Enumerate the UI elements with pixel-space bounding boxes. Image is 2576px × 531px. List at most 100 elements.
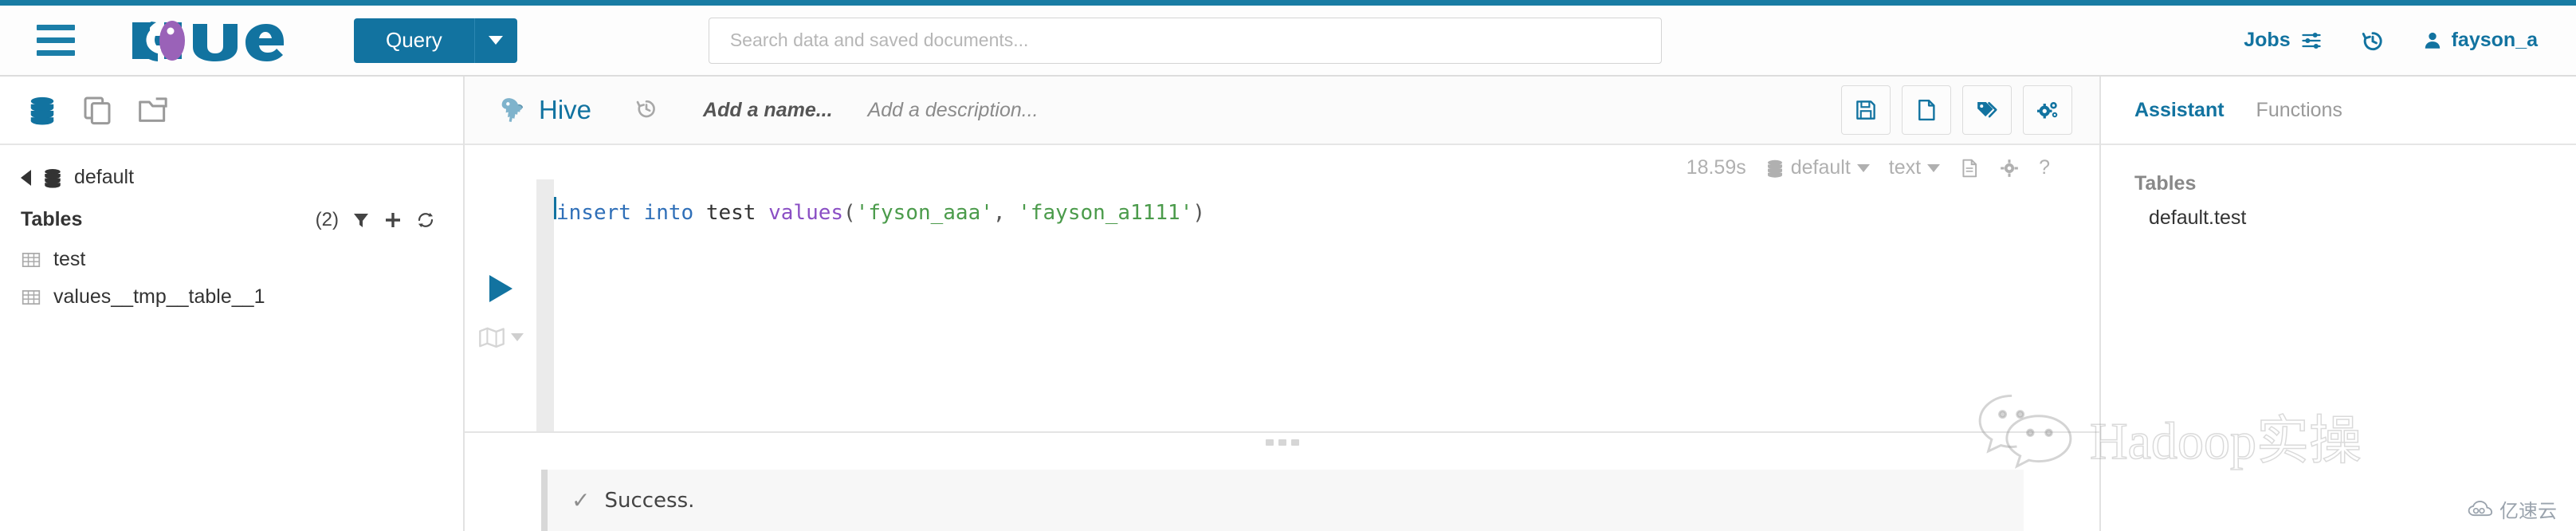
right-assistant-panel: Assistant Functions Tables default.test … — [2099, 77, 2576, 531]
tables-header-actions: (2) — [316, 209, 436, 231]
left-assist-panel: default Tables (2) — [0, 77, 465, 531]
jobs-button[interactable]: Jobs — [2244, 29, 2323, 52]
tables-header: Tables (2) — [0, 195, 463, 241]
map-icon — [478, 326, 505, 348]
chevron-down-icon — [489, 36, 503, 45]
chevron-down-icon — [1927, 164, 1940, 172]
sql-token-string: 'fyson_aaa' — [856, 199, 993, 227]
result-format-value: text — [1889, 156, 1921, 179]
assistant-table-item[interactable]: default.test — [2134, 195, 2543, 230]
save-button[interactable] — [1841, 85, 1891, 135]
brand-text: 亿速云 — [2499, 495, 2557, 523]
table-icon — [21, 287, 41, 308]
engine-label[interactable]: Hive — [497, 94, 591, 126]
sql-editor[interactable]: 1 insert into test values('fyson_aaa', '… — [554, 179, 2099, 431]
settings-button[interactable] — [2023, 85, 2072, 135]
new-document-button[interactable] — [1902, 85, 1951, 135]
status-banner: ✓ Success. — [541, 470, 2024, 531]
user-name: fayson_a — [2452, 29, 2538, 52]
result-format-selector[interactable]: text — [1889, 156, 1940, 179]
query-dropdown-button[interactable] — [474, 18, 517, 63]
search-container — [709, 18, 1662, 64]
user-menu[interactable]: fayson_a — [2422, 29, 2538, 52]
sql-token-string: 'fayson_a1111' — [1018, 199, 1192, 227]
engine-name: Hive — [539, 95, 591, 125]
assistant-tables-section: Tables default.test — [2101, 145, 2576, 230]
database-icon — [1765, 158, 1785, 179]
query-name-input[interactable]: Add a name... — [703, 99, 833, 122]
assistant-tabs: Assistant Functions — [2101, 77, 2576, 145]
tab-assistant[interactable]: Assistant — [2134, 99, 2225, 122]
table-list-item[interactable]: test — [0, 241, 463, 278]
watermark-text: Hadoop实操 — [2090, 398, 2362, 474]
editor-settings-button[interactable] — [1999, 157, 2020, 179]
document-button[interactable] — [1959, 157, 1980, 179]
editor-column: Hive Add a name... Add a description... — [465, 77, 2099, 531]
table-list-item[interactable]: values__tmp__table__1 — [0, 278, 463, 316]
table-name: test — [53, 248, 85, 271]
editor-meta-bar: 18.59s default text — [465, 145, 2099, 179]
sql-token-punct: ( — [843, 199, 856, 227]
hamburger-bar — [37, 25, 75, 30]
search-input[interactable] — [709, 18, 1662, 64]
database-selector[interactable]: default — [1765, 156, 1870, 179]
tags-icon — [1974, 98, 2000, 122]
execution-duration: 18.59s — [1687, 156, 1746, 179]
tables-count: (2) — [316, 209, 339, 231]
sql-code-line: insert into test values('fyson_aaa', 'fa… — [554, 179, 2099, 227]
breadcrumb-database-label[interactable]: default — [74, 166, 134, 189]
run-controls — [465, 179, 536, 431]
run-query-button[interactable] — [489, 275, 512, 302]
editor-results-splitter[interactable] — [465, 431, 2099, 452]
folder-open-icon[interactable] — [137, 94, 172, 126]
plus-icon[interactable] — [383, 210, 402, 230]
query-button[interactable]: Query — [354, 18, 474, 63]
global-navbar: Query Jobs — [0, 6, 2576, 77]
help-button[interactable]: ? — [2039, 156, 2050, 179]
database-icon — [42, 167, 63, 189]
hamburger-menu-icon[interactable] — [37, 25, 75, 56]
gear-icon — [1999, 157, 2020, 179]
query-description-input[interactable]: Add a description... — [868, 99, 1039, 122]
chevron-down-icon — [1857, 164, 1870, 172]
editor-gutter — [536, 179, 554, 431]
tags-button[interactable] — [1962, 85, 2012, 135]
editor-toolbar-buttons — [1841, 85, 2072, 135]
sql-token-function: values — [768, 199, 843, 227]
query-button-group[interactable]: Query — [354, 18, 517, 63]
top-accent-strip — [0, 0, 2576, 6]
refresh-icon[interactable] — [415, 210, 436, 230]
jobs-label: Jobs — [2244, 29, 2290, 52]
check-icon: ✓ — [571, 487, 590, 513]
editor-history-icon[interactable] — [634, 96, 658, 124]
left-panel-toolbar — [0, 77, 463, 145]
hue-logo[interactable] — [128, 17, 284, 65]
hamburger-bar — [37, 37, 75, 43]
brand-watermark: 亿速云 — [2468, 495, 2557, 523]
user-icon — [2422, 30, 2443, 52]
new-document-icon — [1914, 98, 1938, 122]
sql-token-punct: ) — [1192, 199, 1205, 227]
tab-functions[interactable]: Functions — [2256, 99, 2342, 122]
query-map-toggle[interactable] — [478, 326, 524, 348]
copy-documents-icon[interactable] — [81, 94, 113, 126]
filter-icon[interactable] — [351, 210, 371, 230]
history-button[interactable] — [2360, 28, 2386, 53]
hive-elephant-icon — [497, 94, 528, 126]
gears-icon — [2035, 98, 2060, 122]
chevron-down-icon — [511, 333, 524, 341]
sql-token-identifier: test — [706, 199, 768, 227]
sliders-icon — [2299, 30, 2323, 52]
sql-token-keyword: insert into — [556, 199, 706, 227]
document-icon — [1959, 157, 1980, 179]
database-sources-icon[interactable] — [27, 94, 57, 126]
table-icon — [21, 250, 41, 270]
chevron-left-icon[interactable] — [21, 170, 31, 186]
table-name: values__tmp__table__1 — [53, 285, 265, 309]
editor-area: 1 insert into test values('fyson_aaa', '… — [465, 179, 2099, 431]
results-pane: ✓ Success. — [465, 452, 2099, 531]
history-icon — [2360, 28, 2386, 53]
floppy-save-icon — [1854, 98, 1878, 122]
drag-handle-icon — [1266, 439, 1299, 446]
status-message: Success. — [604, 489, 694, 513]
